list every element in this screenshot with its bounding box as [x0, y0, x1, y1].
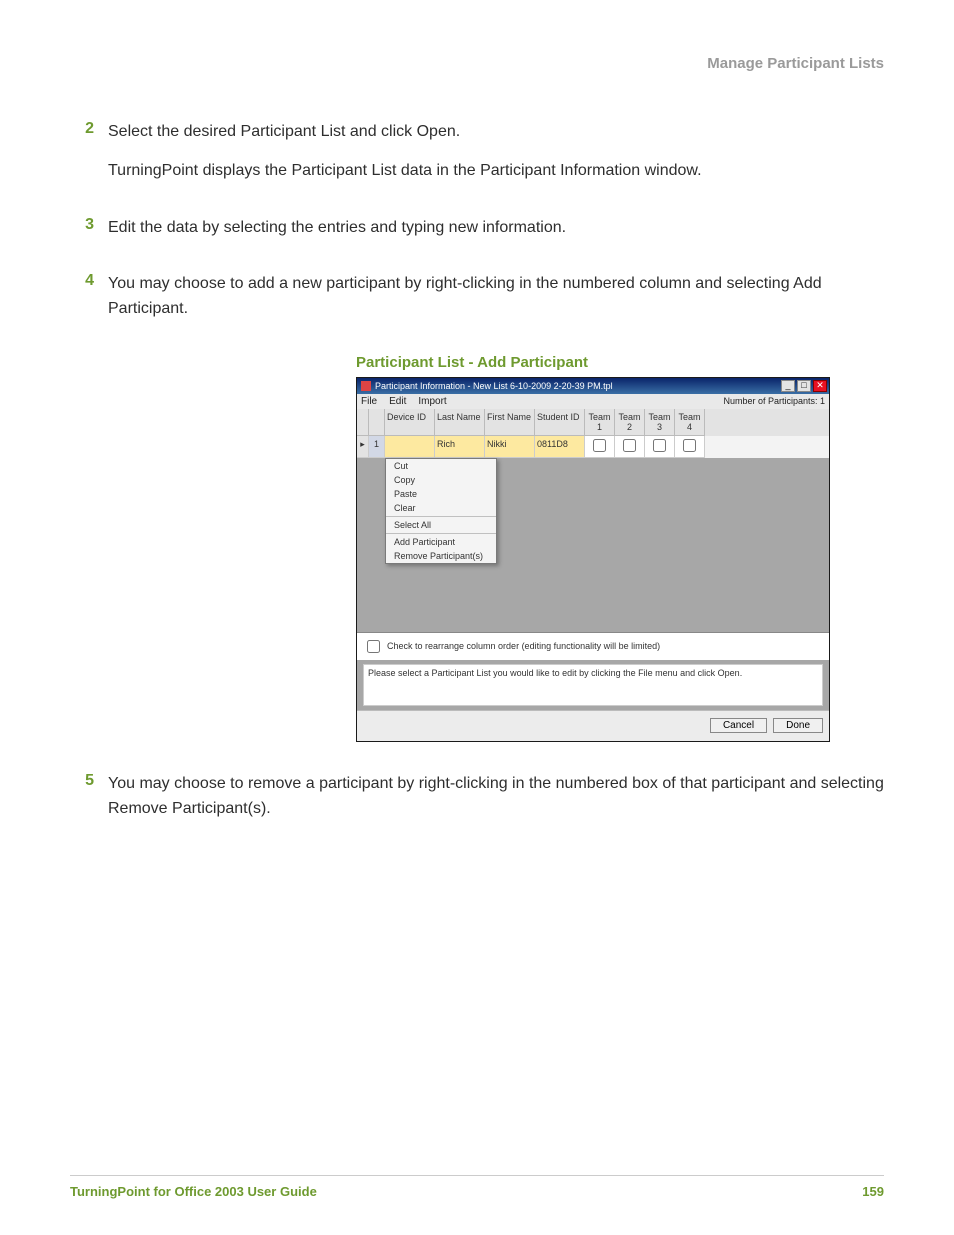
step-text: TurningPoint displays the Participant Li… — [108, 159, 884, 184]
step-3: 3 Edit the data by selecting the entries… — [70, 216, 884, 255]
rearrange-panel: Check to rearrange column order (editing… — [357, 632, 829, 660]
running-head: Manage Participant Lists — [70, 55, 884, 72]
team2-checkbox[interactable] — [623, 439, 636, 452]
app-icon — [361, 381, 371, 391]
hint-box: Please select a Participant List you wou… — [363, 664, 823, 706]
participants-count: Number of Participants: 1 — [723, 396, 825, 406]
table-row[interactable]: ▸ 1 Rich Nikki 0811D8 — [357, 436, 829, 458]
titlebar: Participant Information - New List 6-10-… — [357, 378, 829, 394]
minimize-button[interactable]: _ — [781, 380, 795, 392]
step-text: Edit the data by selecting the entries a… — [108, 216, 884, 241]
cell-last-name[interactable]: Rich — [435, 436, 485, 458]
ctx-paste[interactable]: Paste — [386, 487, 496, 501]
col-device-id[interactable]: Device ID — [385, 409, 435, 436]
col-team4[interactable]: Team 4 — [675, 409, 705, 436]
team1-checkbox[interactable] — [593, 439, 606, 452]
step-text: Select the desired Participant List and … — [108, 120, 884, 145]
row-number[interactable]: 1 — [369, 436, 385, 458]
col-team2[interactable]: Team 2 — [615, 409, 645, 436]
team3-checkbox[interactable] — [653, 439, 666, 452]
col-student-id[interactable]: Student ID — [535, 409, 585, 436]
team4-checkbox[interactable] — [683, 439, 696, 452]
ctx-add-participant[interactable]: Add Participant — [386, 535, 496, 549]
step-number: 5 — [70, 772, 94, 836]
col-last-name[interactable]: Last Name — [435, 409, 485, 436]
rearrange-label[interactable]: Check to rearrange column order (editing… — [363, 637, 823, 656]
cell-team2[interactable] — [615, 436, 645, 458]
cancel-button[interactable]: Cancel — [710, 718, 767, 733]
ctx-copy[interactable]: Copy — [386, 473, 496, 487]
col-team1[interactable]: Team 1 — [585, 409, 615, 436]
close-button[interactable]: ✕ — [813, 380, 827, 392]
menu-edit[interactable]: Edit — [389, 396, 406, 407]
cell-team3[interactable] — [645, 436, 675, 458]
step-number: 2 — [70, 120, 94, 198]
rearrange-text: Check to rearrange column order (editing… — [387, 641, 660, 651]
step-text: You may choose to remove a participant b… — [108, 772, 884, 822]
participant-info-window: Participant Information - New List 6-10-… — [356, 377, 830, 742]
col-team3[interactable]: Team 3 — [645, 409, 675, 436]
step-number: 4 — [70, 272, 94, 336]
grid-body: Cut Copy Paste Clear Select All Add Part… — [357, 458, 829, 632]
rearrange-checkbox[interactable] — [367, 640, 380, 653]
col-first-name[interactable]: First Name — [485, 409, 535, 436]
step-number: 3 — [70, 216, 94, 255]
grid-header: Device ID Last Name First Name Student I… — [357, 409, 829, 436]
button-row: Cancel Done — [357, 710, 829, 741]
step-text: You may choose to add a new participant … — [108, 272, 884, 322]
ctx-select-all[interactable]: Select All — [386, 518, 496, 532]
menubar: File Edit Import Number of Participants:… — [357, 394, 829, 409]
page-number: 159 — [862, 1184, 884, 1199]
context-menu: Cut Copy Paste Clear Select All Add Part… — [385, 458, 497, 564]
step-4: 4 You may choose to add a new participan… — [70, 272, 884, 336]
cell-first-name[interactable]: Nikki — [485, 436, 535, 458]
cell-team1[interactable] — [585, 436, 615, 458]
figure: Participant List - Add Participant Parti… — [106, 354, 884, 742]
window-title: Participant Information - New List 6-10-… — [375, 381, 779, 391]
step-2: 2 Select the desired Participant List an… — [70, 120, 884, 198]
maximize-button[interactable]: □ — [797, 380, 811, 392]
cell-student-id[interactable]: 0811D8 — [535, 436, 585, 458]
separator — [386, 516, 496, 517]
page-footer: TurningPoint for Office 2003 User Guide … — [70, 1175, 884, 1199]
grid: Device ID Last Name First Name Student I… — [357, 409, 829, 632]
ctx-cut[interactable]: Cut — [386, 459, 496, 473]
step-5: 5 You may choose to remove a participant… — [70, 772, 884, 836]
separator — [386, 533, 496, 534]
ctx-clear[interactable]: Clear — [386, 501, 496, 515]
figure-caption: Participant List - Add Participant — [356, 354, 884, 371]
ctx-remove-participant[interactable]: Remove Participant(s) — [386, 549, 496, 563]
row-selector-icon[interactable]: ▸ — [357, 436, 369, 458]
done-button[interactable]: Done — [773, 718, 823, 733]
footer-title: TurningPoint for Office 2003 User Guide — [70, 1184, 317, 1199]
cell-device-id[interactable] — [385, 436, 435, 458]
cell-team4[interactable] — [675, 436, 705, 458]
menu-file[interactable]: File — [361, 396, 377, 407]
menu-import[interactable]: Import — [418, 396, 446, 407]
